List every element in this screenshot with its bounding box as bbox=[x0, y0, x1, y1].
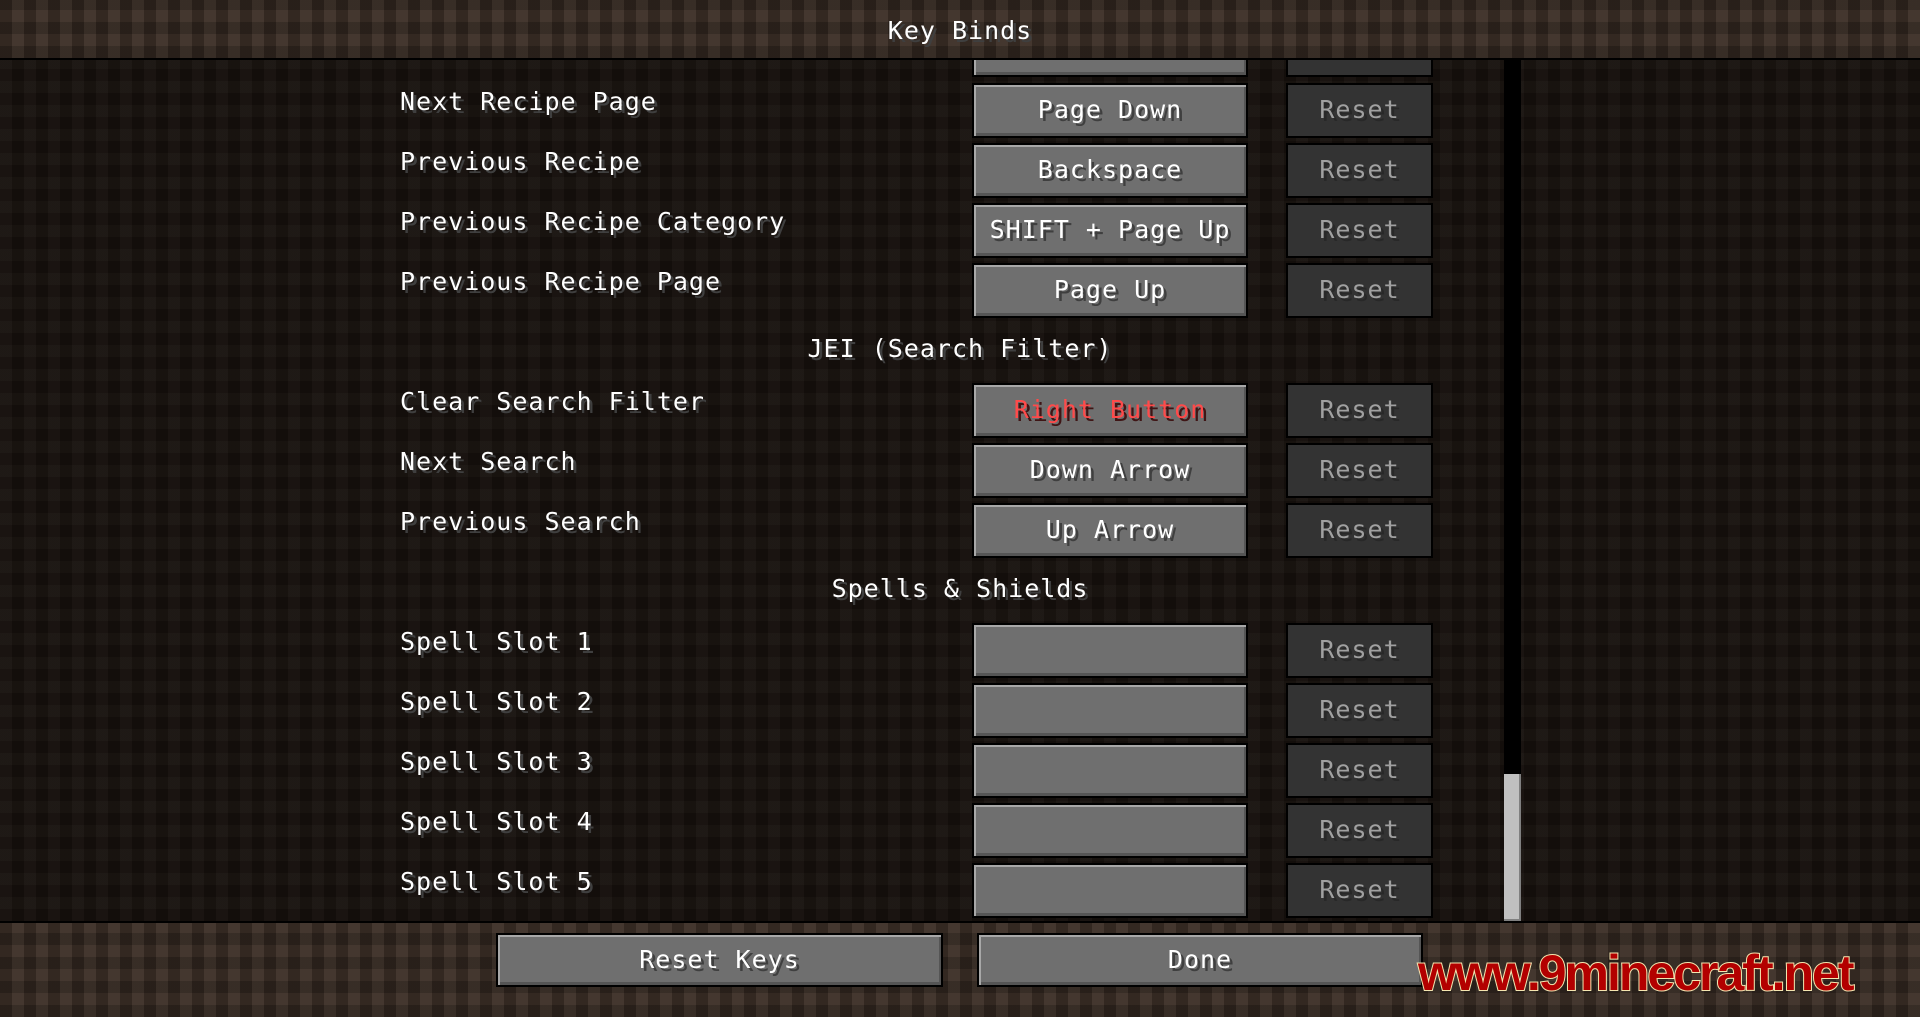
key-button[interactable]: Page Up bbox=[972, 263, 1248, 318]
keybind-label: Spell Slot 3 bbox=[400, 747, 593, 776]
keybind-label: Spell Slot 2 bbox=[400, 687, 593, 716]
keybind-row: Spell Slot 3 Reset bbox=[0, 743, 1920, 799]
keybind-row: Clear Search Filter Right Button Reset bbox=[0, 383, 1920, 439]
done-button[interactable]: Done bbox=[977, 933, 1423, 987]
key-button[interactable]: Page Down bbox=[972, 83, 1248, 138]
key-button[interactable]: Up Arrow bbox=[972, 503, 1248, 558]
key-button[interactable]: Backspace bbox=[972, 143, 1248, 198]
reset-button[interactable]: Reset bbox=[1286, 503, 1433, 558]
keybind-row: Previous Search Up Arrow Reset bbox=[0, 503, 1920, 559]
keybind-label: Previous Recipe Page bbox=[400, 267, 722, 296]
reset-button[interactable]: Reset bbox=[1286, 263, 1433, 318]
reset-button[interactable]: Reset bbox=[1286, 743, 1433, 798]
keybind-label: Next Search bbox=[400, 447, 577, 476]
reset-button[interactable]: Reset bbox=[1286, 863, 1433, 918]
watermark-logo: www.9minecraft.net bbox=[1417, 944, 1855, 1002]
key-button[interactable] bbox=[972, 743, 1248, 798]
reset-button[interactable]: Reset bbox=[1286, 83, 1433, 138]
key-button[interactable]: Down Arrow bbox=[972, 443, 1248, 498]
keybind-label: Previous Recipe Category bbox=[400, 207, 786, 236]
keybind-row-partial bbox=[0, 60, 1920, 78]
scrollbar[interactable] bbox=[1504, 60, 1521, 921]
keybind-row: Previous Recipe Category SHIFT + Page Up R… bbox=[0, 203, 1920, 259]
reset-button[interactable] bbox=[1286, 60, 1433, 77]
keybind-row: Previous Recipe Page Page Up Reset bbox=[0, 263, 1920, 319]
reset-button[interactable]: Reset bbox=[1286, 383, 1433, 438]
keybind-row: Spell Slot 4 Reset bbox=[0, 803, 1920, 859]
scrollbar-thumb[interactable] bbox=[1504, 774, 1521, 921]
keybind-label: Previous Search bbox=[400, 507, 641, 536]
key-button[interactable] bbox=[972, 623, 1248, 678]
keybind-label: Clear Search Filter bbox=[400, 387, 705, 416]
key-button[interactable] bbox=[972, 863, 1248, 918]
keybind-label: Next Recipe Page bbox=[400, 87, 657, 116]
page-title: Key Binds bbox=[887, 16, 1033, 45]
category-header: JEI (Search Filter) bbox=[807, 334, 1113, 363]
reset-button[interactable]: Reset bbox=[1286, 803, 1433, 858]
key-button-conflict[interactable]: Right Button bbox=[972, 383, 1248, 438]
reset-button[interactable]: Reset bbox=[1286, 443, 1433, 498]
keybind-row: Spell Slot 1 Reset bbox=[0, 623, 1920, 679]
keybind-row: Spell Slot 5 Reset bbox=[0, 863, 1920, 919]
keybind-list: Next Recipe Page Page Down Reset Previous … bbox=[0, 60, 1920, 921]
keybind-row: Spell Slot 2 Reset bbox=[0, 683, 1920, 739]
keybind-label: Spell Slot 5 bbox=[400, 867, 593, 896]
key-button[interactable] bbox=[972, 803, 1248, 858]
keybind-row: Next Search Down Arrow Reset bbox=[0, 443, 1920, 499]
header: Key Binds bbox=[0, 0, 1920, 60]
category-header: Spells & Shields bbox=[831, 574, 1089, 603]
keybind-row: Next Recipe Page Page Down Reset bbox=[0, 83, 1920, 139]
keybind-row: Previous Recipe Backspace Reset bbox=[0, 143, 1920, 199]
reset-button[interactable]: Reset bbox=[1286, 203, 1433, 258]
key-button[interactable] bbox=[972, 683, 1248, 738]
reset-button[interactable]: Reset bbox=[1286, 143, 1433, 198]
keybind-label: Spell Slot 4 bbox=[400, 807, 593, 836]
key-button[interactable]: SHIFT + Page Up bbox=[972, 203, 1248, 258]
key-button[interactable] bbox=[972, 60, 1248, 77]
reset-keys-button[interactable]: Reset Keys bbox=[496, 933, 943, 987]
reset-button[interactable]: Reset bbox=[1286, 623, 1433, 678]
keybind-label: Spell Slot 1 bbox=[400, 627, 593, 656]
keybind-label: Previous Recipe bbox=[400, 147, 641, 176]
reset-button[interactable]: Reset bbox=[1286, 683, 1433, 738]
